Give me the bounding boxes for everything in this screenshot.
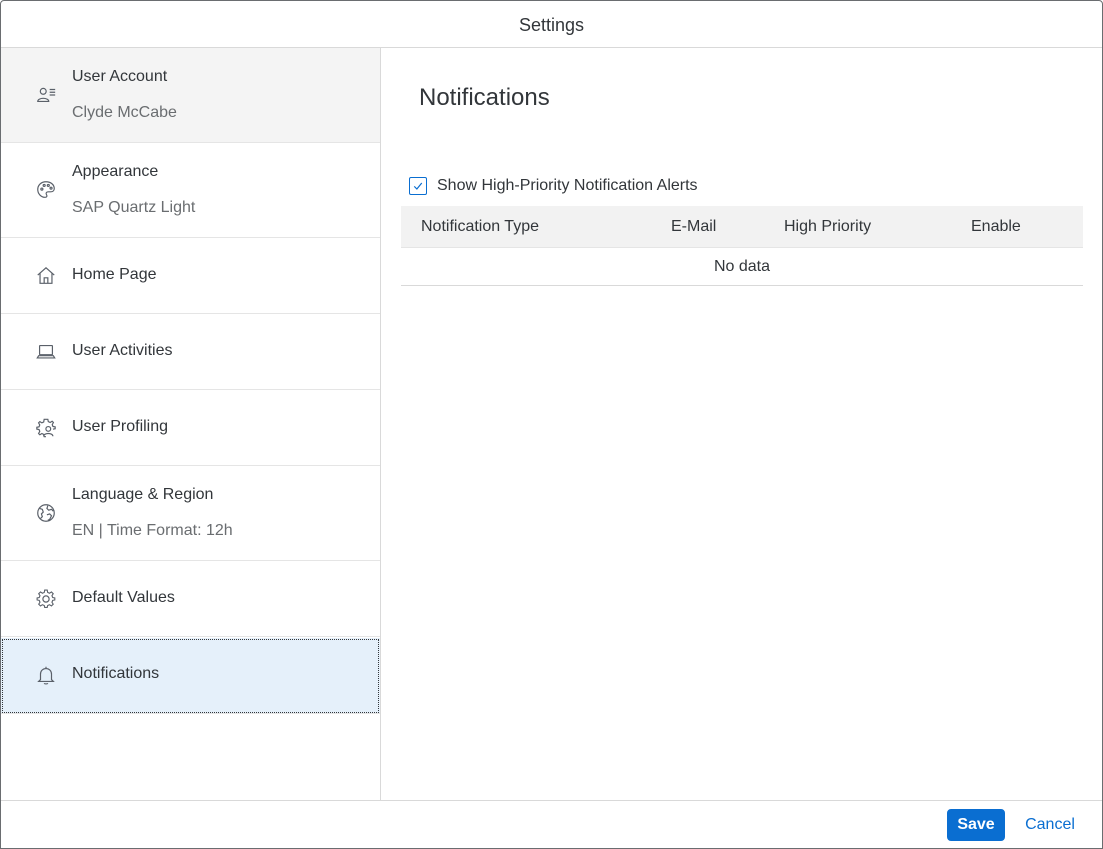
sidebar-item-language-region[interactable]: Language & Region EN | Time Format: 12h bbox=[1, 466, 380, 561]
notification-types-table: Notification Type E-Mail High Priority E… bbox=[401, 206, 1083, 286]
gear-icon bbox=[35, 588, 59, 612]
dialog-footer: Save Cancel bbox=[1, 800, 1102, 848]
sidebar-item-user-activities[interactable]: User Activities bbox=[1, 314, 380, 390]
column-header-notification-type: Notification Type bbox=[421, 218, 539, 235]
sidebar-item-appearance[interactable]: Appearance SAP Quartz Light bbox=[1, 143, 380, 238]
settings-sidebar: User Account Clyde McCabe Appearance SAP… bbox=[1, 48, 381, 800]
sidebar-item-title: Home Page bbox=[72, 266, 157, 283]
sidebar-item-title: Default Values bbox=[72, 589, 175, 606]
sidebar-item-subtitle: EN | Time Format: 12h bbox=[72, 522, 233, 539]
table-empty-message: No data bbox=[401, 248, 1083, 286]
settings-content: Notifications Show High-Priority Notific… bbox=[381, 48, 1102, 800]
page-title: Notifications bbox=[419, 84, 550, 111]
high-priority-alerts-option[interactable]: Show High-Priority Notification Alerts bbox=[409, 174, 698, 198]
table-header-row: Notification Type E-Mail High Priority E… bbox=[401, 206, 1083, 248]
sidebar-item-title: Notifications bbox=[72, 665, 160, 682]
sidebar-item-title: User Profiling bbox=[72, 418, 169, 435]
column-header-email: E-Mail bbox=[671, 218, 717, 235]
bell-icon bbox=[35, 664, 59, 688]
column-header-high-priority: High Priority bbox=[784, 218, 872, 235]
save-button[interactable]: Save bbox=[947, 809, 1005, 841]
dialog-title: Settings bbox=[1, 1, 1102, 48]
laptop-icon bbox=[35, 341, 59, 365]
settings-dialog: Settings User Account Clyde McCabe Appea… bbox=[0, 0, 1103, 849]
globe-icon bbox=[35, 502, 59, 526]
sidebar-item-home-page[interactable]: Home Page bbox=[1, 238, 380, 314]
sidebar-item-user-profiling[interactable]: User Profiling bbox=[1, 390, 380, 466]
sidebar-item-subtitle: Clyde McCabe bbox=[72, 104, 177, 121]
user-account-icon bbox=[35, 84, 59, 108]
cancel-button[interactable]: Cancel bbox=[1013, 809, 1087, 841]
column-header-enable: Enable bbox=[971, 218, 1021, 235]
home-icon bbox=[35, 265, 59, 289]
sidebar-item-default-values[interactable]: Default Values bbox=[1, 561, 380, 637]
sidebar-item-title: User Account bbox=[72, 68, 168, 85]
sidebar-item-subtitle: SAP Quartz Light bbox=[72, 199, 196, 216]
sidebar-item-user-account[interactable]: User Account Clyde McCabe bbox=[1, 48, 380, 143]
sidebar-item-title: User Activities bbox=[72, 342, 173, 359]
sidebar-item-title: Language & Region bbox=[72, 486, 214, 503]
user-settings-icon bbox=[35, 417, 59, 441]
checkbox-label: Show High-Priority Notification Alerts bbox=[437, 177, 698, 194]
sidebar-item-notifications[interactable]: Notifications bbox=[1, 638, 380, 714]
palette-icon bbox=[35, 179, 59, 203]
high-priority-alerts-checkbox[interactable] bbox=[409, 177, 427, 195]
checkmark-icon bbox=[413, 182, 423, 190]
sidebar-item-title: Appearance bbox=[72, 163, 159, 180]
